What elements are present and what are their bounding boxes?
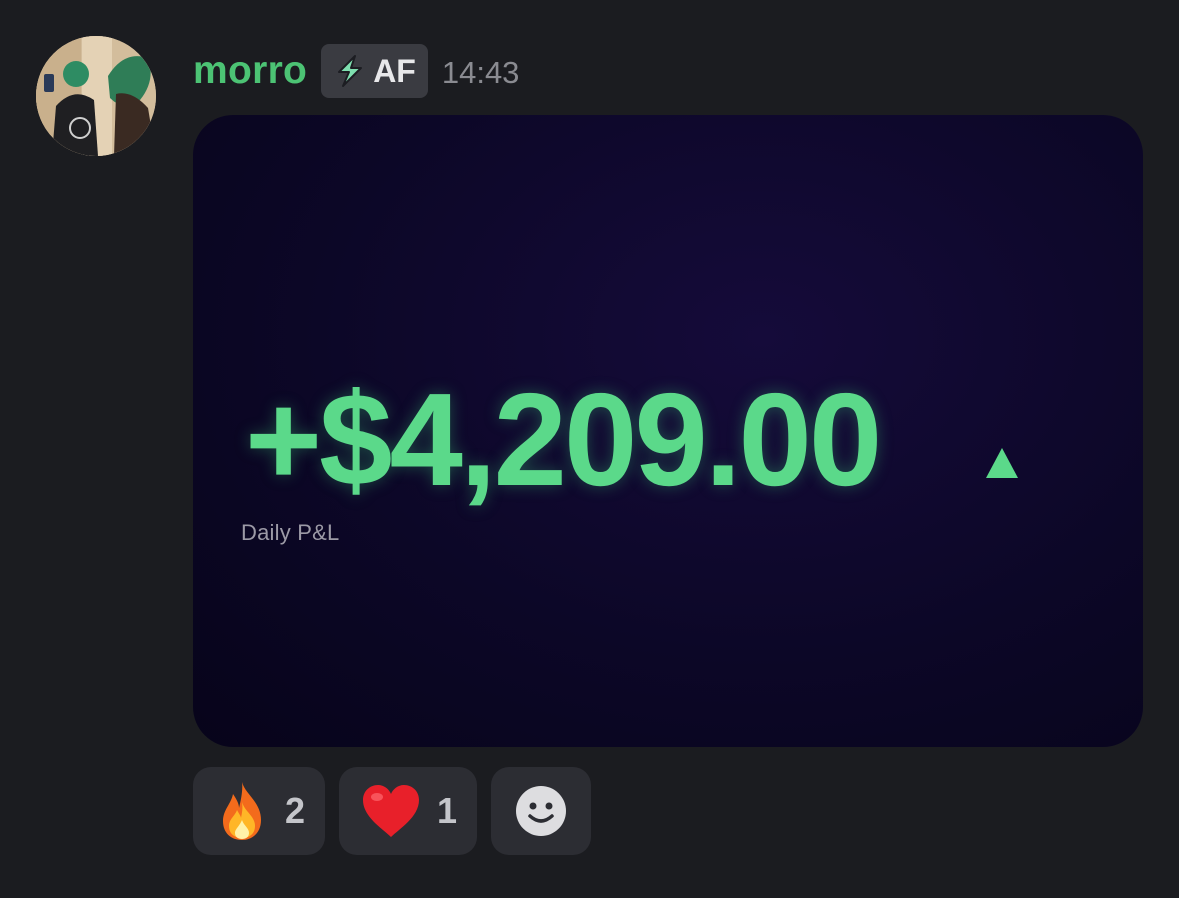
red-heart-emoji (363, 785, 420, 837)
message-header: morro AF 14:43 (193, 42, 519, 100)
server-tag-label: AF (373, 52, 416, 89)
avatar-photo (36, 36, 156, 156)
reactions-bar: 2 1 (193, 767, 592, 855)
reaction-count: 1 (437, 790, 458, 831)
pnl-value: +$4,209.00 (245, 366, 882, 513)
pnl-label: Daily P&L (241, 520, 340, 545)
username[interactable]: morro (193, 42, 307, 100)
lightning-bolt-icon (338, 55, 363, 87)
avatar[interactable] (36, 36, 156, 156)
up-triangle-icon (986, 448, 1018, 478)
reaction-fire[interactable]: 2 (193, 767, 326, 855)
timestamp: 14:43 (441, 55, 520, 90)
server-tag-badge[interactable]: AF (321, 44, 428, 98)
add-reaction-button[interactable] (491, 767, 592, 855)
chat-message: morro AF 14:43 +$4,209.00 Daily P&L 2 1 (0, 0, 1179, 898)
fire-emoji (223, 782, 261, 840)
reaction-heart[interactable]: 1 (339, 767, 478, 855)
reaction-count: 2 (285, 790, 306, 831)
add-reaction-smiley-icon (516, 786, 567, 836)
image-attachment[interactable]: +$4,209.00 Daily P&L (193, 115, 1143, 747)
